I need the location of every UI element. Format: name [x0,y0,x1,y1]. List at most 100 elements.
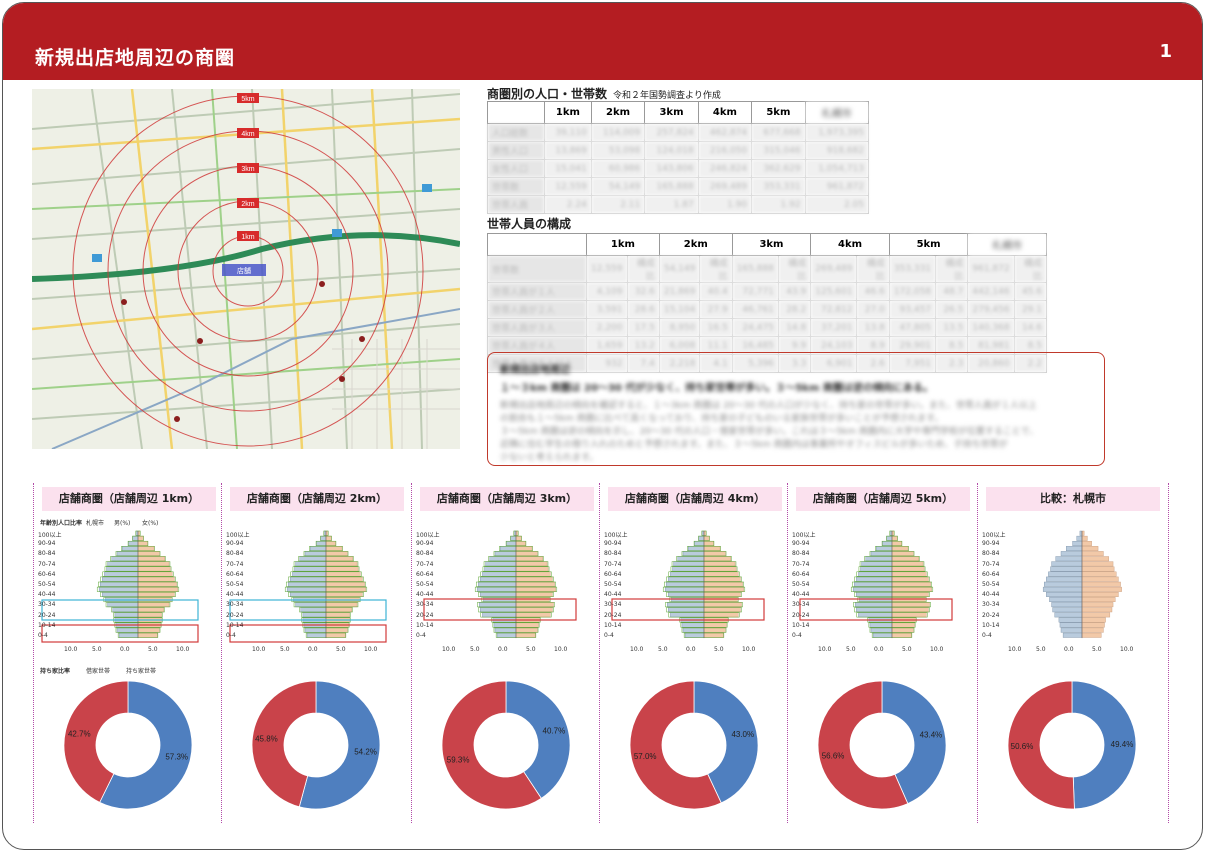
pyramid-female-bar [325,627,348,633]
pyramid-female-bar [515,571,551,577]
household-table-cell: 47,805 [888,318,937,337]
pyramid-female-bar [891,602,930,608]
household-table-cell: 46,761 [731,300,779,319]
pyramid-male-bar [304,627,327,633]
pyramid-male-bar [1052,607,1083,613]
x-tick-label: 10.0 [742,646,756,653]
donut-label-own: 49.4% [1111,740,1134,749]
pop-table-cell: 2.11 [590,195,646,214]
pop-col-5km: 5km [751,101,806,124]
age-label: 0-4 [416,632,426,639]
age-label: 50-54 [38,581,56,588]
pyramid-female-bar [1081,551,1104,557]
household-table-cell: 13.8 [856,318,890,337]
pyramid-female-bar [1081,612,1111,618]
pyramid-male-bar [698,535,705,541]
pop-table-cell: 918,682 [804,141,870,160]
pyramid-male-bar [300,607,327,613]
pyramid-female-bar [515,627,538,633]
pop-table-cell: 353,331 [751,177,806,196]
age-label: 80-84 [38,550,56,558]
pyramid-male-bar [860,566,893,572]
pyramid-female-bar [1081,586,1122,592]
pop-row-label: 男性人口 [487,141,545,160]
page-title: 新規出店地周辺の商圏 [35,47,236,69]
pop-table-cell: 462,874 [697,123,753,142]
trade-area-panel: 比較：札幌市 0-4 10-14 20-24 30-34 40-44 50-54 60-64 7… [977,483,1169,823]
pop-row-label: 女性人口 [487,159,545,178]
note-line: 少ないと考えられます。 [500,453,599,463]
pop-table-cell: 1,054,713 [804,159,870,178]
pop-row-label: 世帯人員 [487,195,545,214]
age-label: 30-34 [982,601,1000,609]
pyramid-male-bar [286,586,327,592]
pyramid-male-bar [118,632,139,638]
pop-table-cell: 1.87 [644,195,699,214]
pyramid-male-bar [480,607,517,613]
pyramid-male-bar [116,627,139,633]
pyramid-female-bar [515,551,538,557]
household-table-cell: 12,559 [586,255,628,283]
household-table-cell: 172,058 [888,282,937,301]
age-label: 0-4 [38,632,48,639]
age-label: 70-74 [982,560,1000,568]
pyramid-female-bar [325,612,350,618]
household-table-row: 世帯数 12,559 構成比 54,149 構成比 165,888 構成比 269,489 構成… [487,255,1048,283]
trade-area-panel: 店舗商圏（店舗周辺 3km） 0-4 10-14 20-24 30-34 40-44 50-… [411,483,602,823]
age-label: 100以上 [416,532,440,539]
pyramid-male-bar [111,556,139,562]
household-table-cell: 72,771 [731,282,779,301]
pyramid-female-bar [137,612,162,618]
pyramid-female-bar [1081,566,1115,572]
household-row-label: 世帯人員が３人 [487,318,587,337]
note-headline: １〜３km 商圏は 20〜30 代が少なく、持ち家世帯が多い。３〜5km 商圏は… [500,383,933,394]
pyramid-female-bar [515,632,536,638]
pyramid-male-bar [477,581,517,587]
pyramid-male-bar [104,571,139,577]
age-label: 30-34 [38,601,56,609]
pyramid-male-bar [688,546,705,551]
pyramid-male-bar [1046,591,1083,597]
pyramid-female-bar [137,602,170,608]
pyramid-male-bar [667,602,705,608]
population-pyramid [611,530,765,639]
pyramid-female-bar [703,627,726,633]
pyramid-female-bar [515,581,555,587]
age-label: 10-14 [982,621,1000,629]
pyramid-male-bar [506,540,517,546]
pyramid-male-bar [482,612,517,618]
pyramid-female-bar [1081,530,1085,536]
household-table-cell: 279,456 [967,300,1015,319]
pyramid-male-bar [684,632,705,638]
donut-label-own: 43.0% [731,730,754,739]
pyramid-male-bar [295,602,327,608]
pyramid-male-bar [304,551,327,557]
pyramid-female-bar [325,602,358,608]
household-table-cell: 37,201 [810,318,858,337]
pyramid-female-bar [1081,556,1109,562]
pyramid-male-bar [694,540,705,546]
age-label: 20-24 [416,611,434,619]
pyramid-female-bar [325,581,365,587]
pyramid-male-bar [513,530,517,536]
pyramid-male-bar [673,561,705,567]
pop-table-cell: 1.92 [751,195,806,214]
pyramid-male-bar [1072,540,1083,546]
pop-col-1km: 1km [544,101,592,124]
pyramid-male-bar [479,602,517,608]
pyramid-male-bar [489,556,517,562]
population-pyramid [799,530,953,639]
pyramid-male-bar [681,622,705,628]
age-label: 50-54 [792,581,810,588]
household-table-cell: 構成比 [626,255,660,283]
pyramid-male-bar [677,556,705,562]
age-label: 90-94 [38,540,56,548]
pyramid-female-bar [891,556,919,562]
panel-title: 店舗商圏（店舗周辺 4km） [608,487,782,511]
pyramid-female-bar [137,566,171,572]
note-line: 近隣に住む学生の借り入れのためと予想されます。また、３〜5km 商圏内は事業所や… [500,440,1008,450]
pyramid-female-bar [891,566,925,572]
pop-table-cell: 54,149 [590,177,646,196]
age-label: 30-34 [226,601,244,609]
pyramid-female-bar [1081,576,1119,582]
